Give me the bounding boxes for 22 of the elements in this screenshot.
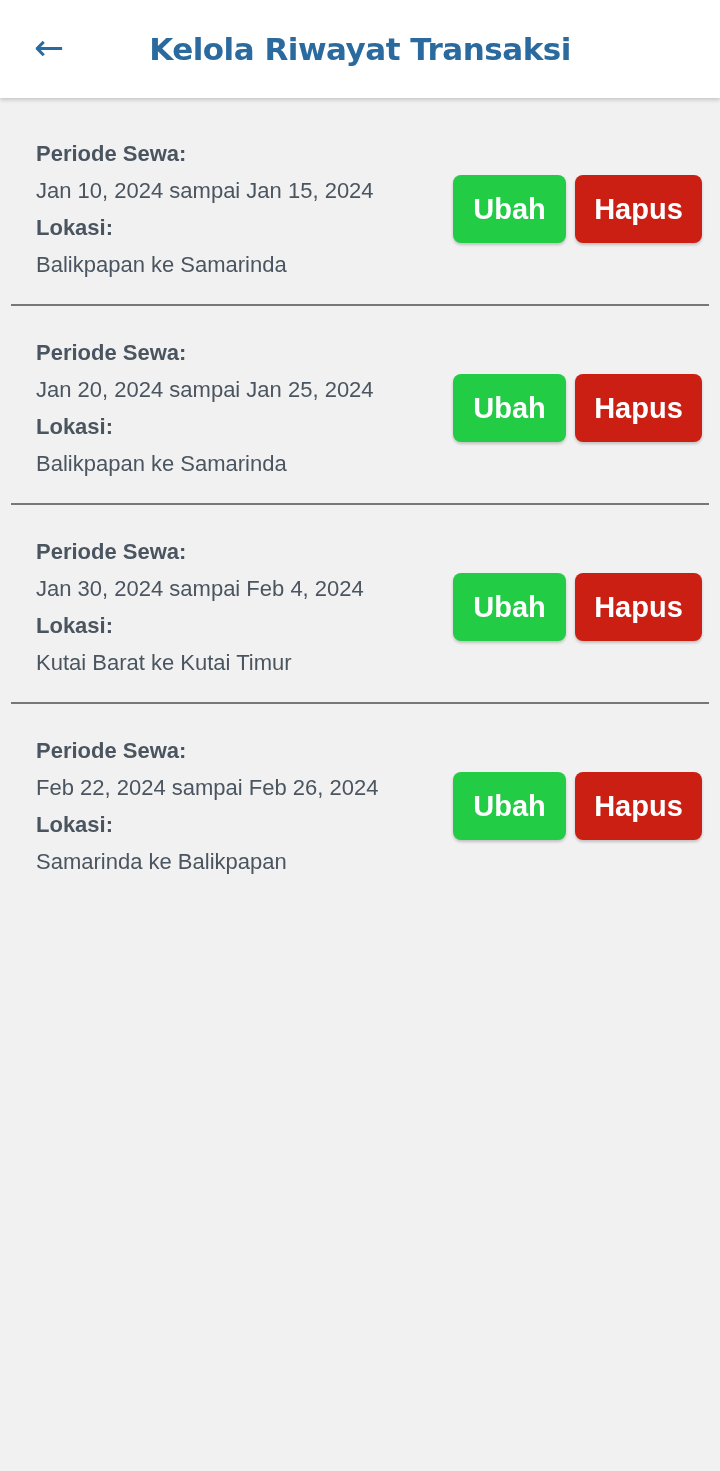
page-title: Kelola Riwayat Transaksi <box>149 31 571 67</box>
location-label: Lokasi: <box>36 612 115 640</box>
route-text: Kutai Barat ke Kutai Timur <box>36 649 293 677</box>
period-label: Periode Sewa: <box>36 339 188 367</box>
location-label: Lokasi: <box>36 413 115 441</box>
route-text: Balikpapan ke Samarinda <box>36 450 288 478</box>
rental-period: Jan 30, 2024 sampai Feb 4, 2024 <box>36 575 364 603</box>
location-label: Lokasi: <box>36 811 115 839</box>
period-label: Periode Sewa: <box>36 538 188 566</box>
location-label: Lokasi: <box>36 214 115 242</box>
delete-button[interactable]: Hapus <box>575 772 702 840</box>
period-label: Periode Sewa: <box>36 140 188 168</box>
rental-period: Jan 20, 2024 sampai Jan 25, 2024 <box>36 376 374 404</box>
route-text: Samarinda ke Balikpapan <box>36 848 288 876</box>
rental-period: Feb 22, 2024 sampai Feb 26, 2024 <box>36 774 379 802</box>
rental-period: Jan 10, 2024 sampai Jan 15, 2024 <box>36 177 374 205</box>
delete-button[interactable]: Hapus <box>575 573 702 641</box>
back-button[interactable]: ← <box>28 24 71 72</box>
delete-button[interactable]: Hapus <box>575 175 702 243</box>
period-label: Periode Sewa: <box>36 737 188 765</box>
delete-button[interactable]: Hapus <box>575 374 702 442</box>
route-text: Balikpapan ke Samarinda <box>36 251 288 279</box>
